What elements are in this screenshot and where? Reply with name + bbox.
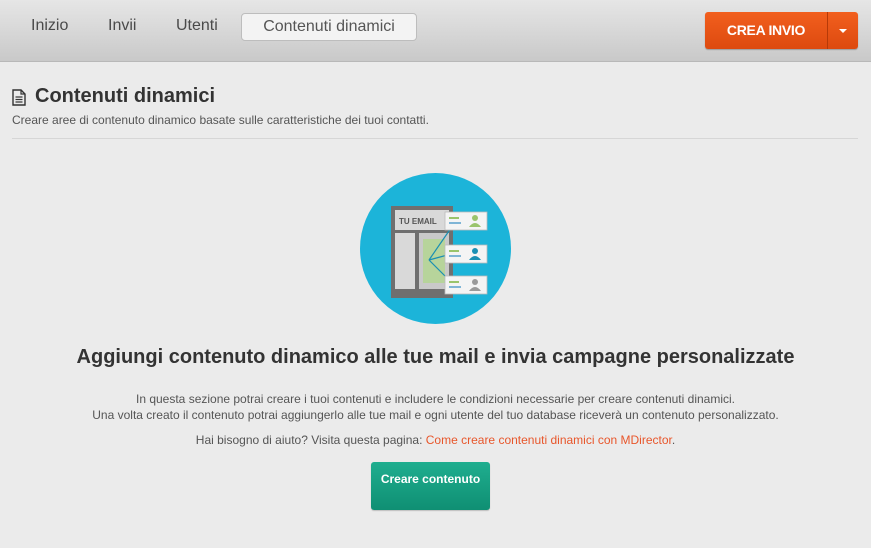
crea-invio-button[interactable]: CREA INVIO	[705, 12, 827, 49]
description-line-2: Una volta creato il contenuto potrai agg…	[92, 408, 779, 422]
dynamic-content-illustration: TU EMAIL	[360, 173, 511, 324]
tab-invii[interactable]: Invii	[104, 13, 140, 41]
crea-invio-dropdown-toggle[interactable]	[827, 12, 858, 49]
document-icon	[12, 89, 26, 106]
description-line-1: In questa sezione potrai creare i tuoi c…	[135, 392, 735, 406]
help-suffix: .	[671, 433, 676, 447]
help-link[interactable]: Come creare contenuti dinamici con MDire…	[426, 433, 672, 447]
user-card-2	[444, 244, 488, 264]
tab-inizio[interactable]: Inizio	[27, 13, 72, 41]
section-headline: Aggiungi contenuto dinamico alle tue mai…	[76, 346, 795, 368]
user-card-3	[444, 275, 488, 295]
page-subtitle: Creare aree di contenuto dinamico basate…	[12, 113, 429, 127]
tab-utenti[interactable]: Utenti	[172, 13, 222, 41]
help-text: Hai bisogno di aiuto? Visita questa pagi…	[0, 433, 871, 447]
top-nav: Inizio Invii Utenti Contenuti dinamici C…	[0, 0, 871, 62]
page-title: Contenuti dinamici	[35, 85, 215, 107]
tu-email-label: TU EMAIL	[399, 217, 437, 226]
tab-contenuti-dinamici[interactable]: Contenuti dinamici	[241, 13, 417, 41]
create-content-button[interactable]: Creare contenuto	[371, 462, 490, 510]
user-card-1	[444, 211, 488, 231]
header-divider	[12, 138, 858, 139]
help-prefix: Hai bisogno di aiuto? Visita questa pagi…	[195, 433, 426, 447]
crea-invio-split-button: CREA INVIO	[705, 12, 858, 49]
caret-down-icon	[839, 28, 847, 33]
